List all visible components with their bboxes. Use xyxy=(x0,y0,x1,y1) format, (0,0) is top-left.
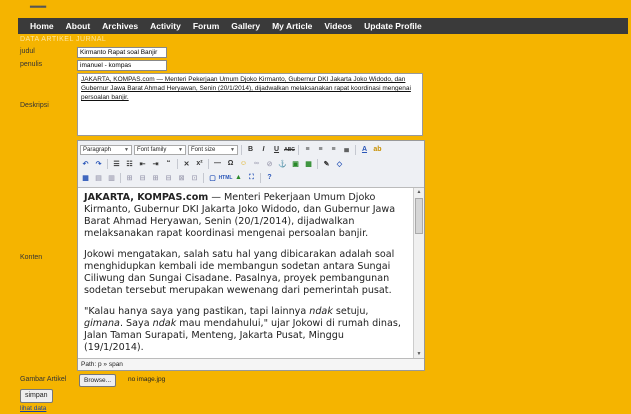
section-title: DATA ARTIKEL JURNAL xyxy=(20,36,107,43)
nav-update-profile[interactable]: Update Profile xyxy=(364,21,422,31)
content-paragraph: JAKARTA, KOMPAS.com — Menteri Pekerjaan … xyxy=(84,192,406,240)
undo-icon[interactable]: ↶ xyxy=(80,158,91,169)
unlink-icon[interactable]: ⊘ xyxy=(264,158,275,169)
bullet-list-icon[interactable]: ☰ xyxy=(111,158,122,169)
align-center-icon[interactable]: ≡ xyxy=(315,144,326,155)
nav-archives[interactable]: Archives xyxy=(102,21,138,31)
content-italic: ndak xyxy=(152,318,177,329)
editor-path-bar: Path: p » span xyxy=(78,358,424,370)
indent-icon[interactable]: ⇥ xyxy=(150,158,161,169)
chevron-down-icon: ▼ xyxy=(124,146,129,153)
special-char-icon[interactable]: Ω xyxy=(225,158,236,169)
superscript-icon[interactable]: x² xyxy=(194,158,205,169)
content-text: setuju, xyxy=(332,306,369,317)
chevron-down-icon: ▼ xyxy=(178,146,183,153)
font-family-value: Font family xyxy=(137,146,167,153)
bold-icon[interactable]: B xyxy=(245,144,256,155)
editor-content[interactable]: JAKARTA, KOMPAS.com — Menteri Pekerjaan … xyxy=(78,188,412,358)
content-italic: ndak xyxy=(309,306,333,317)
font-size-value: Font size xyxy=(191,146,216,153)
horizontal-rule-icon[interactable]: — xyxy=(212,158,223,169)
content-paragraph: "Kalau hanya saya yang pastikan, tapi la… xyxy=(84,306,406,354)
rich-text-editor: Paragraph ▼ Font family ▼ Font size ▼ B I U… xyxy=(77,140,425,371)
strikethrough-icon[interactable]: ABC xyxy=(284,144,295,155)
cleanup-icon[interactable]: ✎ xyxy=(321,158,332,169)
deskripsi-textarea[interactable]: JAKARTA, KOMPAS.com — Menteri Pekerjaan … xyxy=(77,73,423,136)
chevron-down-icon: ▼ xyxy=(230,146,235,153)
main-nav: Home About Archives Activity Forum Galle… xyxy=(18,18,628,34)
deskripsi-label: Deskripsi xyxy=(20,102,49,109)
link-icon[interactable]: ∞ xyxy=(251,158,262,169)
nav-videos[interactable]: Videos xyxy=(324,21,352,31)
font-size-select[interactable]: Font size ▼ xyxy=(188,144,238,155)
konten-label: Konten xyxy=(20,254,43,261)
nav-gallery[interactable]: Gallery xyxy=(231,21,260,31)
delete-col-icon[interactable]: ⊟ xyxy=(163,172,174,183)
editor-scrollbar[interactable]: ▲ ▼ xyxy=(413,188,424,358)
cell-props-icon[interactable]: ▥ xyxy=(106,172,117,183)
judul-label: judul xyxy=(20,48,35,55)
font-family-select[interactable]: Font family ▼ xyxy=(134,144,186,155)
split-cells-icon[interactable]: ⊡ xyxy=(189,172,200,183)
html-source-icon[interactable]: HTML xyxy=(219,172,233,183)
merge-cells-icon[interactable]: ⊠ xyxy=(176,172,187,183)
format-select-value: Paragraph xyxy=(83,146,112,153)
top-strip: ▂▂▂ xyxy=(0,0,631,18)
redo-icon[interactable]: ↷ xyxy=(93,158,104,169)
nav-activity[interactable]: Activity xyxy=(150,21,181,31)
nav-home[interactable]: Home xyxy=(30,21,54,31)
scroll-down-icon[interactable]: ▼ xyxy=(414,351,424,357)
judul-input[interactable] xyxy=(77,47,167,58)
penulis-label: penulis xyxy=(20,61,43,68)
align-justify-icon[interactable]: ≣ xyxy=(341,144,352,155)
simpan-button[interactable]: simpan xyxy=(20,389,53,403)
content-text: . Saya xyxy=(119,318,153,329)
nav-forum[interactable]: Forum xyxy=(193,21,219,31)
anchor-icon[interactable]: ⚓ xyxy=(277,158,288,169)
image-icon[interactable]: ▣ xyxy=(290,158,301,169)
insert-row-icon[interactable]: ⊞ xyxy=(124,172,135,183)
emoticon-icon[interactable]: ☺ xyxy=(238,158,249,169)
row-props-icon[interactable]: ▤ xyxy=(93,172,104,183)
insert-image-icon[interactable]: ▲ xyxy=(233,172,244,183)
content-italic: gimana xyxy=(84,318,120,329)
visual-aid-icon[interactable]: ▢ xyxy=(207,172,218,183)
align-left-icon[interactable]: ≡ xyxy=(302,144,313,155)
text-color-icon[interactable]: A xyxy=(359,144,370,155)
numbered-list-icon[interactable]: ☷ xyxy=(124,158,135,169)
media-icon[interactable]: ▦ xyxy=(303,158,314,169)
edit-html-icon[interactable]: ◇ xyxy=(334,158,345,169)
file-name: no image.jpg xyxy=(128,376,166,383)
format-select[interactable]: Paragraph ▼ xyxy=(80,144,132,155)
content-dateline: JAKARTA, KOMPAS.com xyxy=(84,192,209,203)
highlight-color-icon[interactable]: ab xyxy=(372,144,383,155)
lihat-data-link[interactable]: lihat data xyxy=(20,405,46,412)
site-logo: ▂▂▂ xyxy=(30,1,47,8)
nav-my-article[interactable]: My Article xyxy=(272,21,312,31)
align-right-icon[interactable]: ≡ xyxy=(328,144,339,155)
underline-icon[interactable]: U xyxy=(271,144,282,155)
scroll-up-icon[interactable]: ▲ xyxy=(414,189,424,195)
editor-toolbar: Paragraph ▼ Font family ▼ Font size ▼ B I U… xyxy=(78,141,424,188)
nav-about[interactable]: About xyxy=(66,21,91,31)
penulis-input[interactable] xyxy=(77,60,167,71)
gambar-label: Gambar Artikel xyxy=(20,376,67,383)
table-icon[interactable]: ▦ xyxy=(80,172,91,183)
content-text: "Kalau hanya saya yang pastikan, tapi la… xyxy=(84,306,310,317)
fullscreen-icon[interactable]: ⛶ xyxy=(246,172,257,183)
scroll-thumb[interactable] xyxy=(415,198,423,234)
content-paragraph: Jokowi mengatakan, salah satu hal yang d… xyxy=(84,249,395,296)
help-icon[interactable]: ? xyxy=(264,172,275,183)
delete-row-icon[interactable]: ⊟ xyxy=(137,172,148,183)
outdent-icon[interactable]: ⇤ xyxy=(137,158,148,169)
italic-icon[interactable]: I xyxy=(258,144,269,155)
browse-button[interactable]: Browse... xyxy=(79,374,117,387)
insert-col-icon[interactable]: ⊞ xyxy=(150,172,161,183)
clear-format-icon[interactable]: ✕ xyxy=(181,158,192,169)
blockquote-icon[interactable]: “ xyxy=(163,158,174,169)
